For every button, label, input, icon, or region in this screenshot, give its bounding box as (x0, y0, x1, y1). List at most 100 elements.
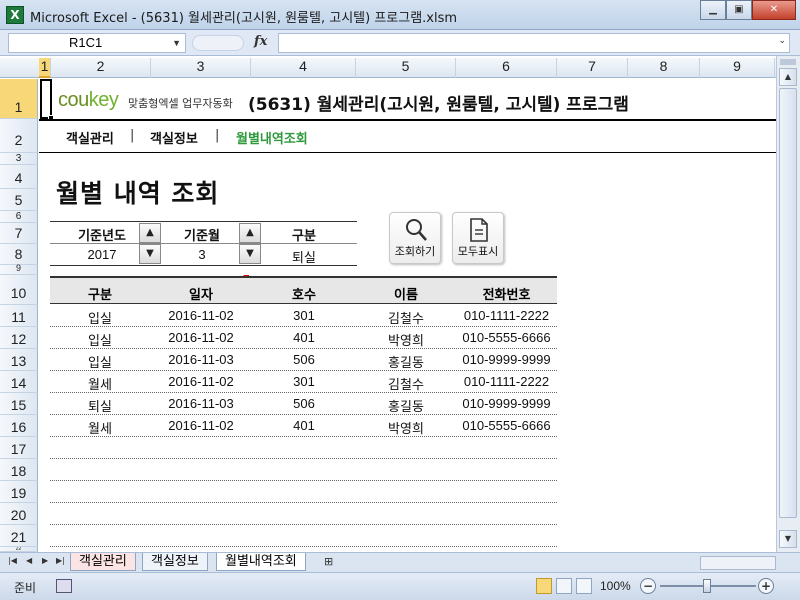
split-box[interactable] (780, 59, 796, 65)
vertical-scrollbar[interactable]: ▲ ▼ (776, 56, 800, 552)
cell-room: 301 (293, 308, 315, 323)
row-header[interactable]: 19 (0, 481, 38, 503)
formula-cancel-enter-group[interactable] (192, 35, 244, 51)
expand-formula-bar-icon[interactable]: ⌄ (778, 36, 786, 46)
table-row[interactable]: 입실 2016-11-02 401 박영희 010-5555-6666 (50, 327, 557, 349)
zoom-out-icon[interactable]: − (640, 578, 656, 594)
page-layout-view-icon[interactable] (556, 578, 572, 594)
year-down-button[interactable]: ▼ (139, 244, 161, 264)
nav-divider (39, 152, 776, 153)
month-up-button[interactable]: ▲ (239, 223, 261, 243)
column-header[interactable]: 6 (456, 58, 557, 78)
column-header[interactable]: 7 (557, 58, 628, 78)
macro-record-icon[interactable] (56, 579, 72, 593)
table-row-empty[interactable] (50, 437, 557, 459)
nav-monthly-lookup[interactable]: 월별내역조회 (236, 128, 308, 147)
table-row-empty[interactable] (50, 459, 557, 481)
maximize-button[interactable]: ▣ (726, 0, 752, 20)
chevron-down-icon[interactable]: ▼ (172, 34, 181, 52)
column-header[interactable]: 1 (39, 58, 51, 78)
normal-view-icon[interactable] (536, 578, 552, 594)
table-row-empty[interactable] (50, 525, 557, 547)
formula-bar: R1C1 ▼ fx ⌄ (0, 30, 800, 56)
cell-date: 2016-11-02 (168, 418, 234, 433)
table-row[interactable]: 퇴실 2016-11-03 506 홍길동 010-9999-9999 (50, 393, 557, 415)
page-break-view-icon[interactable] (576, 578, 592, 594)
scroll-thumb[interactable] (779, 88, 797, 518)
row-header[interactable]: 4 (0, 165, 38, 189)
row-header[interactable]: 1 (0, 79, 38, 119)
row-header[interactable]: 5 (0, 189, 38, 211)
column-header[interactable]: 2 (51, 58, 151, 78)
zoom-level[interactable]: 100% (600, 579, 631, 593)
table-row-empty[interactable] (50, 481, 557, 503)
insert-function-icon[interactable]: fx (254, 34, 267, 49)
header-phone: 전화번호 (482, 288, 531, 303)
next-sheet-icon[interactable]: ▶ (42, 556, 48, 565)
row-header[interactable]: 13 (0, 349, 38, 371)
table-row[interactable]: 입실 2016-11-03 506 홍길동 010-9999-9999 (50, 349, 557, 371)
row-header[interactable]: 2 (0, 119, 38, 153)
cell-type: 입실 (88, 334, 112, 349)
sheet-tab-monthly-lookup[interactable]: 월별내역조회 (216, 553, 306, 571)
show-all-button[interactable]: 모두표시 (452, 212, 504, 264)
row-header[interactable]: 8 (0, 244, 38, 265)
zoom-in-icon[interactable]: + (758, 578, 774, 594)
horizontal-scrollbar[interactable] (700, 556, 776, 570)
row-header[interactable]: 17 (0, 437, 38, 459)
sheet-tab-room-info[interactable]: 객실정보 (142, 553, 208, 571)
row-header[interactable]: 9 (0, 264, 38, 275)
zoom-slider-thumb[interactable] (703, 579, 711, 593)
formula-input[interactable] (278, 33, 790, 53)
nav-room-management[interactable]: 객실관리 (66, 128, 114, 147)
row-header[interactable]: 21 (0, 525, 38, 547)
window-controls: ▁ ▣ ✕ (700, 0, 796, 22)
column-header[interactable]: 3 (151, 58, 251, 78)
column-header[interactable]: 9 (700, 58, 775, 78)
type-value[interactable]: 퇴실 (268, 247, 340, 266)
cell-room: 506 (293, 396, 315, 411)
first-sheet-icon[interactable]: |◀ (8, 556, 17, 565)
year-up-button[interactable]: ▲ (139, 223, 161, 243)
scroll-up-icon[interactable]: ▲ (779, 68, 797, 86)
close-button[interactable]: ✕ (752, 0, 796, 20)
row-header[interactable]: 6 (0, 211, 38, 223)
row-header[interactable]: 7 (0, 223, 38, 244)
cell-type: 월세 (88, 378, 112, 393)
table-row[interactable]: 월세 2016-11-02 301 김철수 010-1111-2222 (50, 371, 557, 393)
column-header[interactable]: 5 (356, 58, 456, 78)
excel-app-icon[interactable]: X (6, 6, 24, 24)
last-sheet-icon[interactable]: ▶| (56, 556, 65, 565)
nav-separator: | (215, 128, 220, 143)
row-header[interactable]: 16 (0, 415, 38, 437)
prev-sheet-icon[interactable]: ◀ (26, 556, 32, 565)
name-box[interactable]: R1C1 ▼ (8, 33, 186, 53)
row-header[interactable]: 10 (0, 275, 38, 305)
cell-name: 박영희 (388, 334, 424, 349)
table-row-empty[interactable] (50, 503, 557, 525)
insert-sheet-icon[interactable]: ⊞ (324, 555, 333, 568)
table-row[interactable]: 입실 2016-11-02 301 김철수 010-1111-2222 (50, 305, 557, 327)
table-row[interactable]: 월세 2016-11-02 401 박영희 010-5555-6666 (50, 415, 557, 437)
nav-room-info[interactable]: 객실정보 (150, 128, 198, 147)
row-header[interactable]: 11 (0, 305, 38, 327)
status-ready: 준비 (14, 581, 37, 595)
scroll-down-icon[interactable]: ▼ (779, 530, 797, 548)
row-header[interactable]: 12 (0, 327, 38, 349)
sheet-tab-room-management[interactable]: 객실관리 (70, 553, 136, 571)
minimize-button[interactable]: ▁ (700, 0, 726, 20)
row-header[interactable]: 15 (0, 393, 38, 415)
column-header[interactable]: 4 (251, 58, 356, 78)
row-header[interactable]: 3 (0, 153, 38, 165)
month-down-button[interactable]: ▼ (239, 244, 261, 264)
search-button[interactable]: 조회하기 (389, 212, 441, 264)
header-divider (39, 119, 776, 121)
row-header[interactable]: 14 (0, 371, 38, 393)
month-value[interactable]: 3 (170, 247, 234, 262)
cell-phone: 010-9999-9999 (462, 352, 551, 367)
row-header[interactable]: 18 (0, 459, 38, 481)
table-header: 구분 일자 호수 이름 전화번호 (50, 276, 557, 304)
year-value[interactable]: 2017 (66, 247, 138, 262)
column-header[interactable]: 8 (628, 58, 700, 78)
row-header[interactable]: 20 (0, 503, 38, 525)
